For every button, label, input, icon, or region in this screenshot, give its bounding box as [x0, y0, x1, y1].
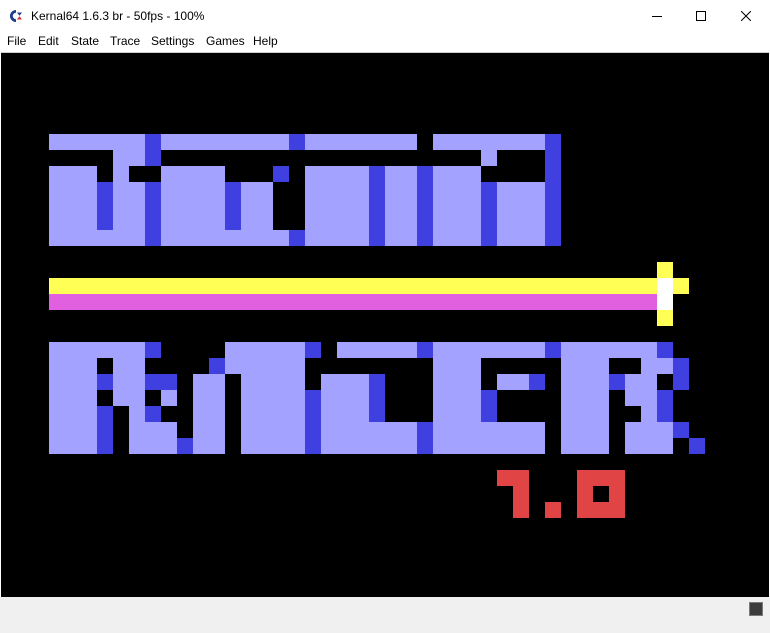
close-icon [741, 10, 751, 21]
status-bar [0, 597, 770, 633]
menu-edit[interactable]: Edit [38, 34, 59, 49]
menu-bar: File Edit State Trace Settings Games Hel… [0, 31, 770, 52]
menu-games[interactable]: Games [206, 34, 245, 49]
version-label [497, 470, 625, 518]
close-button[interactable] [723, 0, 769, 31]
menu-settings[interactable]: Settings [151, 34, 194, 49]
minimize-icon [652, 15, 662, 17]
maximize-icon [696, 10, 706, 21]
window-title: Kernal64 1.6.3 br - 50fps - 100% [31, 9, 205, 23]
title-bar[interactable]: Kernal64 1.6.3 br - 50fps - 100% [0, 0, 770, 31]
menu-file[interactable]: File [7, 34, 26, 49]
menu-state[interactable]: State [71, 34, 99, 49]
emulator-screen[interactable] [1, 52, 769, 597]
game-title-screen [49, 134, 705, 518]
menu-help[interactable]: Help [253, 34, 278, 49]
minimize-button[interactable] [634, 0, 680, 31]
maximize-button[interactable] [678, 0, 724, 31]
drive-led-icon [749, 602, 763, 616]
menu-trace[interactable]: Trace [110, 34, 140, 49]
logo-racer [49, 342, 705, 454]
laser-beam [49, 262, 689, 326]
commodore-logo-icon [10, 10, 22, 22]
logo-beam [49, 134, 561, 246]
